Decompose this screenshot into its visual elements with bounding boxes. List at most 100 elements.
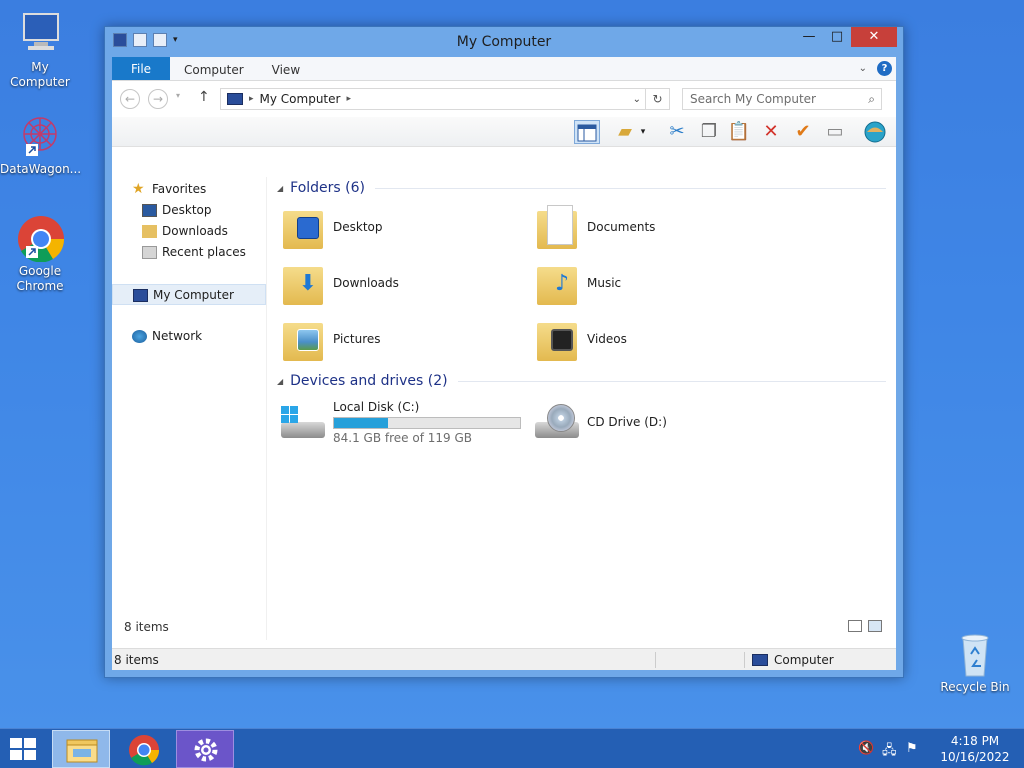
- checkmark-icon[interactable]: ✔: [790, 120, 816, 144]
- clock-date: 10/16/2022: [940, 750, 1010, 764]
- status-items: 8 items: [114, 653, 159, 667]
- chevron-right-icon[interactable]: ▸: [346, 94, 351, 104]
- folder-name: Pictures: [333, 332, 381, 346]
- clock[interactable]: 4:18 PM 10/16/2022: [940, 733, 1010, 765]
- taskbar-settings[interactable]: [176, 730, 234, 768]
- copy-icon[interactable]: ❐: [696, 120, 722, 144]
- downloads-icon: [142, 225, 157, 238]
- content-pane: ◢ Folders (6) Desktop Documents ⬇ Downlo…: [277, 177, 886, 630]
- help-icon[interactable]: ?: [877, 61, 892, 76]
- title-bar[interactable]: ▾ My Computer — □ ✕: [105, 27, 903, 57]
- desktop-icon-datawagon[interactable]: DataWagon...: [0, 112, 81, 177]
- nav-item-recent-places[interactable]: Recent places: [112, 242, 266, 263]
- folder-videos[interactable]: Videos: [531, 311, 785, 367]
- window-controls: — □ ✕: [795, 27, 897, 47]
- chrome-icon: [16, 214, 65, 263]
- minimize-button[interactable]: —: [795, 27, 823, 47]
- folder-name: Videos: [587, 332, 627, 346]
- chevron-down-icon[interactable]: ▾: [636, 120, 650, 144]
- nav-item-downloads[interactable]: Downloads: [112, 221, 266, 242]
- command-toolbar: ▰ ▾ ✂ ❐ 📋 ✕ ✔ ▭: [112, 117, 896, 147]
- taskbar-chrome[interactable]: [115, 730, 173, 768]
- back-button[interactable]: ←: [120, 89, 140, 109]
- desktop-icon-google-chrome[interactable]: Google Chrome: [0, 214, 80, 294]
- expand-ribbon-icon[interactable]: ⌄: [859, 63, 867, 74]
- paste-icon[interactable]: 📋: [726, 120, 752, 144]
- tab-view[interactable]: View: [258, 57, 314, 80]
- preview-pane-icon[interactable]: [574, 120, 600, 144]
- folder-name: Desktop: [333, 220, 383, 234]
- group-header-folders[interactable]: ◢ Folders (6): [277, 177, 886, 199]
- folder-name: Downloads: [333, 276, 399, 290]
- disk-usage-fill: [334, 417, 388, 428]
- delete-icon[interactable]: ✕: [758, 120, 784, 144]
- collapse-icon[interactable]: ◢: [277, 184, 283, 193]
- music-folder-icon: ♪: [537, 261, 577, 305]
- folder-desktop[interactable]: Desktop: [277, 199, 531, 255]
- up-button[interactable]: ↑: [198, 89, 210, 105]
- collapse-icon[interactable]: ◢: [277, 377, 283, 386]
- forward-button[interactable]: →: [148, 89, 168, 109]
- tab-file[interactable]: File: [112, 57, 170, 80]
- group-title: Folders (6): [290, 180, 365, 196]
- group-title: Devices and drives (2): [290, 373, 448, 389]
- search-placeholder: Search My Computer: [690, 92, 816, 106]
- cut-icon[interactable]: ✂: [664, 120, 690, 144]
- start-button[interactable]: [10, 738, 38, 762]
- item-count-inner: 8 items: [124, 620, 886, 640]
- drive-name: CD Drive (D:): [587, 415, 667, 429]
- drive-free-space: 84.1 GB free of 119 GB: [333, 430, 472, 445]
- maximize-button[interactable]: □: [823, 27, 851, 47]
- properties-folder-icon[interactable]: ▰: [612, 120, 638, 144]
- folder-pictures[interactable]: Pictures: [277, 311, 531, 367]
- volume-muted-icon[interactable]: 🔇: [858, 741, 874, 757]
- nav-label: Desktop: [162, 203, 212, 217]
- folder-music[interactable]: ♪ Music: [531, 255, 785, 311]
- globe-icon[interactable]: [862, 120, 888, 144]
- search-icon[interactable]: ⌕: [868, 89, 875, 109]
- chrome-icon: [129, 735, 160, 766]
- drive-cd-d[interactable]: CD Drive (D:): [531, 392, 785, 452]
- desktop-icon-label: Google Chrome: [16, 264, 64, 293]
- recent-locations-icon[interactable]: ▾: [176, 91, 180, 100]
- address-bar[interactable]: ▸ My Computer ▸ ⌄ ↻: [220, 88, 670, 110]
- taskbar-file-explorer[interactable]: [52, 730, 110, 768]
- desktop-icon-recycle-bin[interactable]: Recycle Bin: [935, 630, 1015, 695]
- desktop-icon-label: Recycle Bin: [940, 680, 1010, 694]
- search-input[interactable]: Search My Computer ⌕: [682, 88, 882, 110]
- action-center-icon[interactable]: ⚑: [906, 741, 922, 757]
- refresh-button[interactable]: ↻: [645, 89, 669, 109]
- nav-label: Favorites: [152, 182, 207, 196]
- status-bar: 8 items Computer: [112, 648, 896, 670]
- desktop-icon-label: My Computer: [10, 60, 70, 89]
- rename-icon[interactable]: ▭: [822, 120, 848, 144]
- datawagon-icon: [16, 112, 64, 160]
- nav-label: My Computer: [153, 288, 234, 302]
- chevron-right-icon[interactable]: ▸: [249, 94, 254, 104]
- system-tray: 🔇 🖧 ⚑ 4:18 PM 10/16/2022: [854, 729, 1024, 768]
- nav-label: Network: [152, 329, 203, 343]
- drive-local-disk-c[interactable]: Local Disk (C:) 84.1 GB free of 119 GB: [277, 392, 531, 452]
- tab-computer[interactable]: Computer: [170, 57, 258, 80]
- large-icons-view-icon[interactable]: [868, 620, 882, 632]
- address-path[interactable]: My Computer: [260, 92, 341, 106]
- item-count: 8 items: [124, 620, 169, 634]
- taskbar: 🔇 🖧 ⚑ 4:18 PM 10/16/2022: [0, 728, 1024, 768]
- folder-documents[interactable]: Documents: [531, 199, 785, 255]
- videos-folder-icon: [537, 317, 577, 361]
- folder-downloads[interactable]: ⬇ Downloads: [277, 255, 531, 311]
- details-view-icon[interactable]: [848, 620, 862, 632]
- computer-icon: [752, 654, 768, 666]
- folders-grid: Desktop Documents ⬇ Downloads ♪ Music Pi…: [277, 199, 886, 367]
- close-button[interactable]: ✕: [851, 27, 897, 47]
- nav-my-computer[interactable]: My Computer: [112, 284, 266, 305]
- disk-usage-bar: [333, 416, 521, 429]
- chevron-down-icon[interactable]: ⌄: [633, 94, 641, 105]
- desktop-icon-my-computer[interactable]: My Computer: [0, 10, 80, 90]
- nav-favorites[interactable]: ★ Favorites: [112, 179, 266, 200]
- nav-item-desktop[interactable]: Desktop: [112, 200, 266, 221]
- star-icon: ★: [132, 181, 145, 197]
- network-disconnected-icon[interactable]: 🖧: [882, 741, 898, 758]
- nav-network[interactable]: Network: [112, 326, 266, 347]
- group-header-drives[interactable]: ◢ Devices and drives (2): [277, 370, 886, 392]
